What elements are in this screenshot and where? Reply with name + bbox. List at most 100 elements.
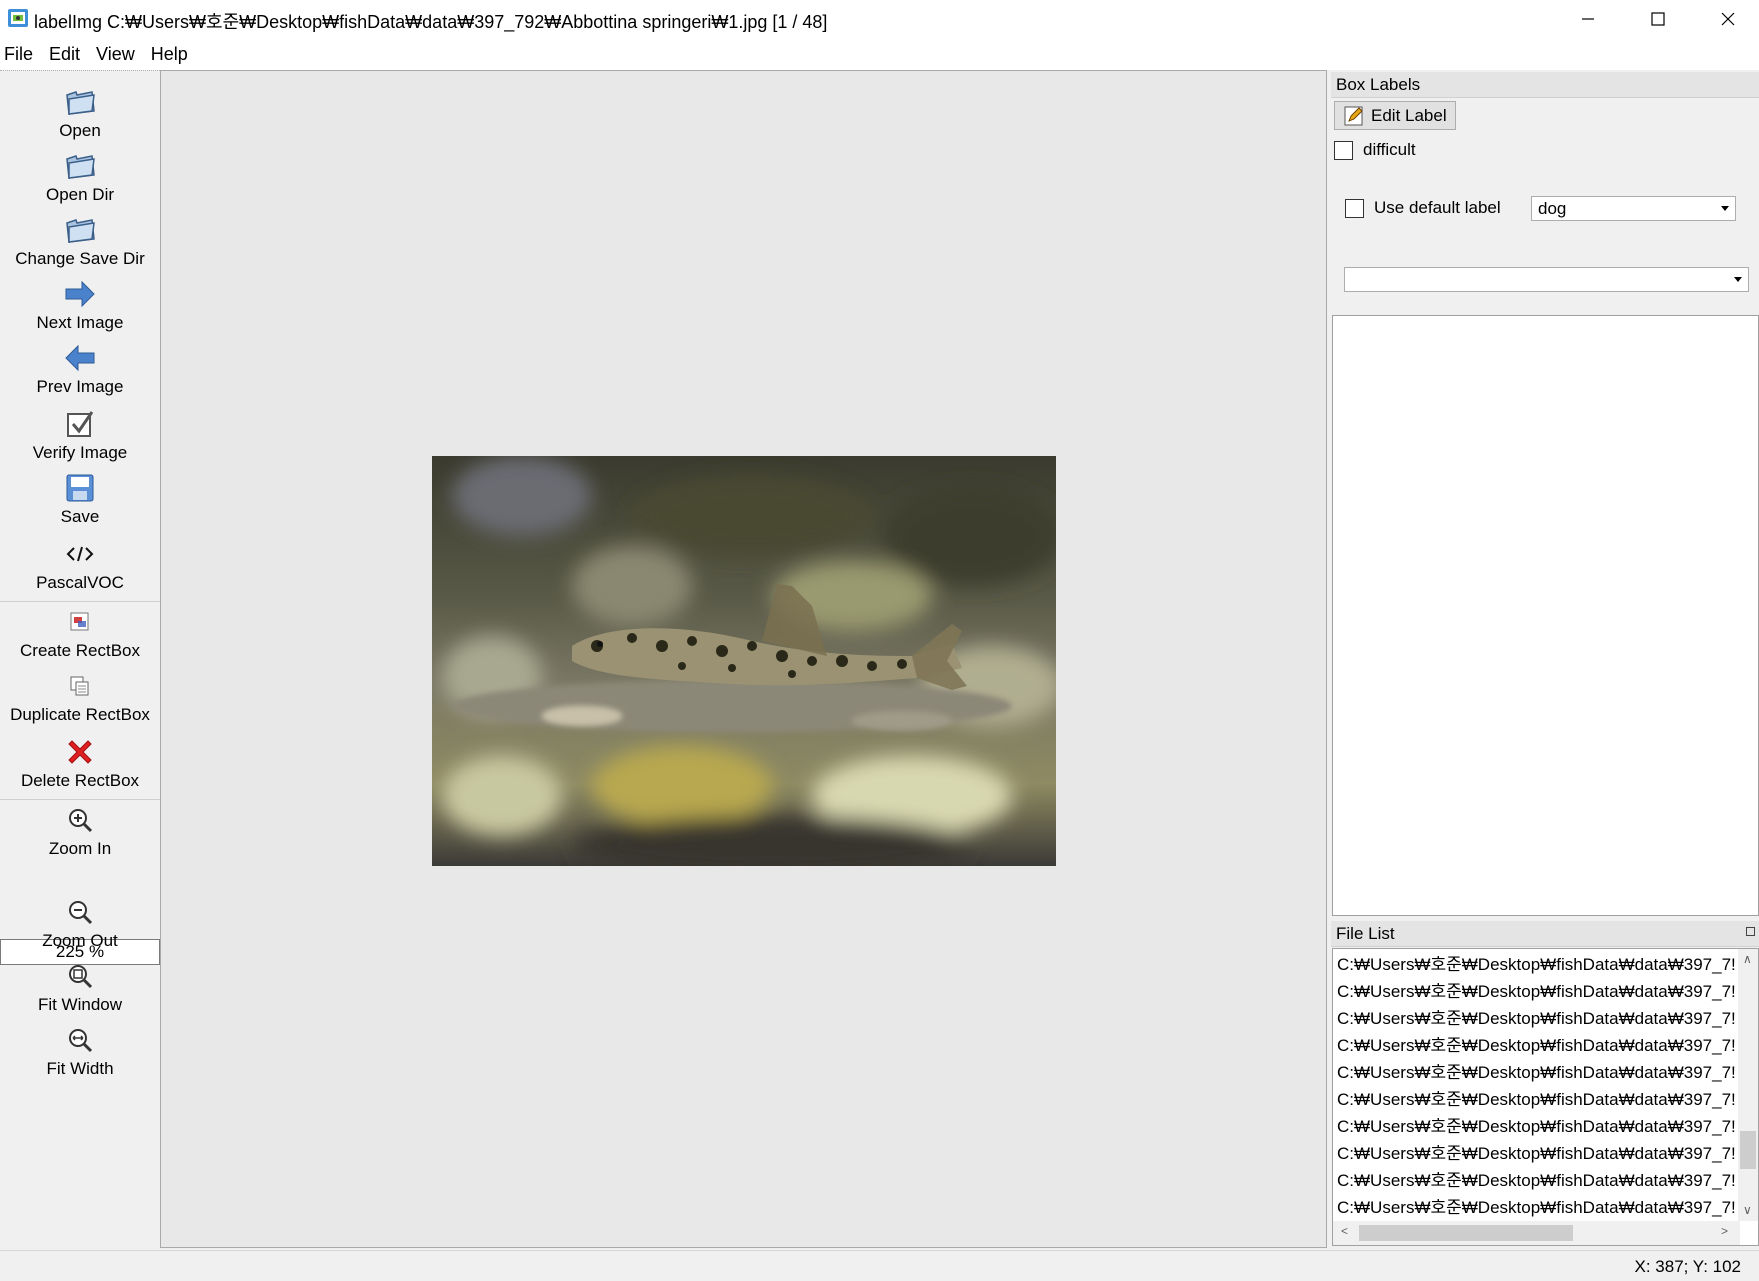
duplicate-rectbox-label: Duplicate RectBox xyxy=(10,705,150,724)
file-list-title: File List xyxy=(1336,923,1395,943)
edit-label-button[interactable]: Edit Label xyxy=(1334,101,1456,130)
file-list-rows: C:₩Users₩호준₩Desktop₩fishData₩data₩397_7!… xyxy=(1333,949,1758,1219)
difficult-label: difficult xyxy=(1363,140,1416,159)
prev-image-button[interactable]: Prev Image xyxy=(0,341,160,397)
fish-photo xyxy=(432,456,1056,866)
difficult-checkbox[interactable] xyxy=(1334,140,1353,160)
zoom-out-button[interactable]: Zoom Out xyxy=(0,895,160,951)
box-labels-panel: Box Labels Edit Label difficult Use defa… xyxy=(1331,72,1759,918)
file-list[interactable]: C:₩Users₩호준₩Desktop₩fishData₩data₩397_7!… xyxy=(1332,948,1759,1246)
zoom-in-button[interactable]: Zoom In xyxy=(0,803,160,859)
fit-window-button[interactable]: Fit Window xyxy=(0,959,160,1015)
close-icon xyxy=(1721,12,1735,26)
difficult-checkbox-row[interactable]: difficult xyxy=(1334,140,1416,160)
close-button[interactable] xyxy=(1693,0,1759,38)
prev-image-label: Prev Image xyxy=(36,377,124,396)
menu-help[interactable]: Help xyxy=(147,44,196,65)
arrow-left-icon xyxy=(63,341,97,375)
create-rectbox-label: Create RectBox xyxy=(20,641,140,660)
fit-window-label: Fit Window xyxy=(37,995,123,1014)
zoom-out-label: Zoom Out xyxy=(42,931,118,950)
toolbar: Open Open Dir Change Save Dir Next Image xyxy=(0,70,160,1246)
fit-width-icon xyxy=(63,1023,97,1057)
next-image-label: Next Image xyxy=(36,313,124,332)
fit-width-label: Fit Width xyxy=(46,1059,114,1078)
horizontal-scroll-thumb[interactable] xyxy=(1359,1225,1573,1241)
code-icon xyxy=(63,537,97,571)
change-save-dir-button[interactable]: Change Save Dir xyxy=(0,213,160,269)
file-list-item[interactable]: C:₩Users₩호준₩Desktop₩fishData₩data₩397_7! xyxy=(1333,949,1738,976)
menu-edit[interactable]: Edit xyxy=(45,44,88,65)
edit-label-text: Edit Label xyxy=(1371,105,1447,125)
folder-open-icon xyxy=(63,85,97,119)
chevron-right-icon[interactable]: > xyxy=(1721,1224,1728,1238)
menu-file[interactable]: File xyxy=(0,44,41,65)
menu-view[interactable]: View xyxy=(92,44,143,65)
cursor-coordinates: X: 387; Y: 102 xyxy=(1634,1257,1742,1276)
zoom-out-icon xyxy=(63,895,97,929)
open-dir-label: Open Dir xyxy=(45,185,115,204)
default-label-combo[interactable]: dog xyxy=(1531,196,1736,221)
file-list-item[interactable]: C:₩Users₩호준₩Desktop₩fishData₩data₩397_7! xyxy=(1333,1030,1738,1057)
file-list-item[interactable]: C:₩Users₩호준₩Desktop₩fishData₩data₩397_7! xyxy=(1333,1057,1738,1084)
box-labels-header: Box Labels xyxy=(1331,72,1759,98)
change-save-dir-label: Change Save Dir xyxy=(15,249,145,268)
open-label: Open xyxy=(59,121,101,140)
label-filter-combo[interactable] xyxy=(1344,267,1749,292)
file-list-item[interactable]: C:₩Users₩호준₩Desktop₩fishData₩data₩397_7! xyxy=(1333,1192,1738,1219)
next-image-button[interactable]: Next Image xyxy=(0,277,160,333)
file-list-panel: File List C:₩Users₩호준₩Desktop₩fishData₩d… xyxy=(1331,921,1759,1247)
file-list-item[interactable]: C:₩Users₩호준₩Desktop₩fishData₩data₩397_7! xyxy=(1333,976,1738,1003)
vertical-scrollbar[interactable]: ∧ ∨ xyxy=(1738,949,1758,1221)
delete-x-icon xyxy=(63,735,97,769)
folder-open-icon xyxy=(63,213,97,247)
edit-pencil-icon xyxy=(1341,103,1367,129)
horizontal-scrollbar[interactable]: < > xyxy=(1333,1221,1740,1245)
app-window: labelImg C:₩Users₩호준₩Desktop₩fishData₩da… xyxy=(0,0,1759,1281)
label-list[interactable] xyxy=(1332,315,1759,916)
format-toggle-button[interactable]: PascalVOC xyxy=(0,537,160,593)
float-dock-icon[interactable] xyxy=(1746,927,1755,936)
fit-window-icon xyxy=(63,959,97,993)
folder-open-icon xyxy=(63,149,97,183)
file-list-item[interactable]: C:₩Users₩호준₩Desktop₩fishData₩data₩397_7! xyxy=(1333,1138,1738,1165)
arrow-right-icon xyxy=(63,277,97,311)
fit-width-button[interactable]: Fit Width xyxy=(0,1023,160,1079)
use-default-label-label: Use default label xyxy=(1374,198,1501,217)
file-list-item[interactable]: C:₩Users₩호준₩Desktop₩fishData₩data₩397_7! xyxy=(1333,1003,1738,1030)
chevron-left-icon[interactable]: < xyxy=(1341,1224,1348,1238)
minimize-button[interactable] xyxy=(1553,0,1623,38)
duplicate-rectbox-button[interactable]: Duplicate RectBox xyxy=(0,669,160,725)
create-rectbox-button[interactable]: Create RectBox xyxy=(0,605,160,661)
status-bar: X: 387; Y: 102 xyxy=(0,1250,1759,1281)
file-list-item[interactable]: C:₩Users₩호준₩Desktop₩fishData₩data₩397_7! xyxy=(1333,1165,1738,1192)
menu-bar: File Edit View Help xyxy=(0,38,1759,70)
floppy-disk-icon xyxy=(63,471,97,505)
delete-rectbox-button[interactable]: Delete RectBox xyxy=(0,735,160,791)
save-button[interactable]: Save xyxy=(0,471,160,527)
save-label: Save xyxy=(60,507,100,526)
use-default-label-checkbox[interactable] xyxy=(1345,198,1364,218)
chevron-down-icon[interactable]: ∨ xyxy=(1743,1203,1752,1217)
vertical-scroll-thumb[interactable] xyxy=(1740,1131,1756,1169)
maximize-button[interactable] xyxy=(1623,0,1693,38)
chevron-down-icon xyxy=(1734,277,1742,282)
chevron-down-icon xyxy=(1721,206,1729,211)
verify-image-button[interactable]: Verify Image xyxy=(0,407,160,463)
file-list-header: File List xyxy=(1331,921,1759,947)
labelimg-app-icon xyxy=(8,9,28,27)
file-list-item[interactable]: C:₩Users₩호준₩Desktop₩fishData₩data₩397_7! xyxy=(1333,1111,1738,1138)
copy-icon xyxy=(63,669,97,703)
use-default-label-row[interactable]: Use default label xyxy=(1345,198,1501,218)
maximize-icon xyxy=(1651,12,1665,26)
chevron-up-icon[interactable]: ∧ xyxy=(1743,952,1752,966)
image-canvas[interactable] xyxy=(160,70,1327,1248)
toolbar-separator xyxy=(0,601,160,602)
title-bar: labelImg C:₩Users₩호준₩Desktop₩fishData₩da… xyxy=(0,0,1759,38)
open-button[interactable]: Open xyxy=(0,85,160,141)
toolbar-separator xyxy=(0,799,160,800)
open-dir-button[interactable]: Open Dir xyxy=(0,149,160,205)
verify-image-label: Verify Image xyxy=(32,443,128,462)
file-list-item[interactable]: C:₩Users₩호준₩Desktop₩fishData₩data₩397_7! xyxy=(1333,1084,1738,1111)
default-label-value: dog xyxy=(1538,198,1567,218)
